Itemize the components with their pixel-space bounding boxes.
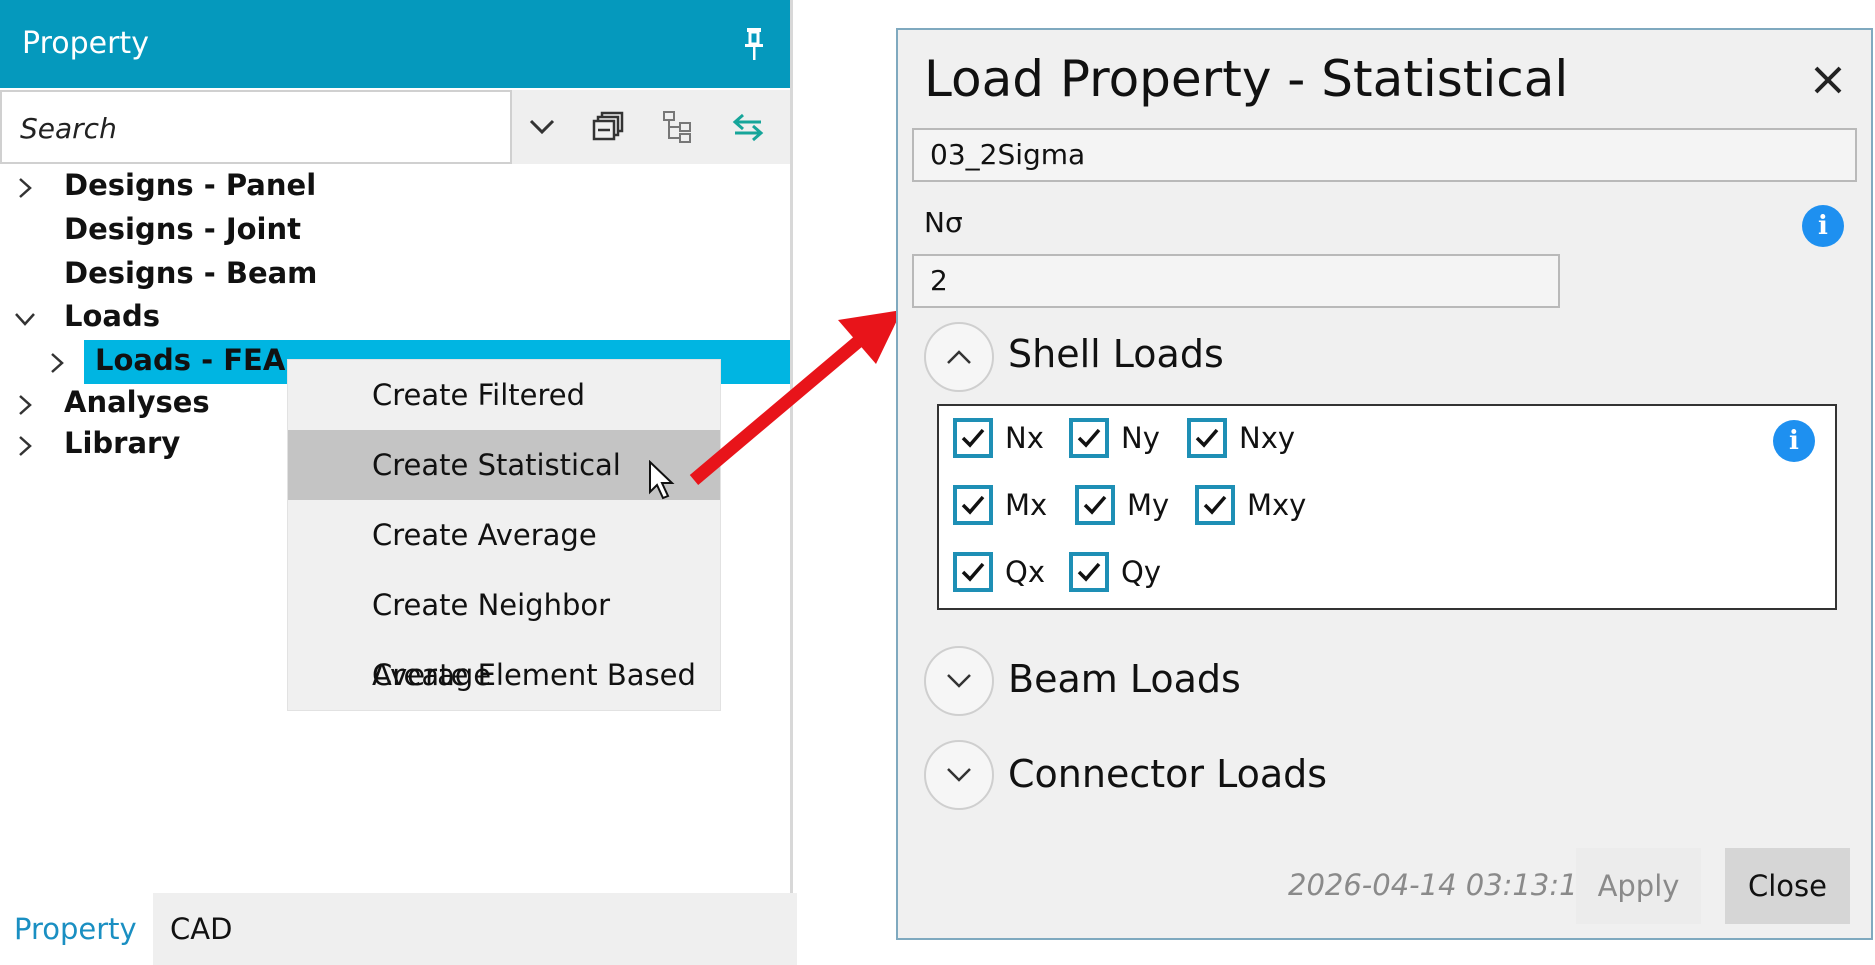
tree-item-label: Loads: [64, 299, 160, 333]
check-icon[interactable]: [1069, 418, 1109, 458]
panel-header: Property: [0, 0, 792, 88]
chevron-right-icon[interactable]: [14, 394, 36, 416]
bottom-tab-bar: Property CAD: [0, 893, 797, 965]
checkbox-ny[interactable]: Ny: [1069, 418, 1160, 458]
tab-property[interactable]: Property: [0, 893, 153, 965]
checkbox-label: Qx: [1005, 555, 1045, 589]
tree-item-label: Analyses: [64, 385, 210, 419]
checkbox-nxy[interactable]: Nxy: [1187, 418, 1295, 458]
name-field[interactable]: 03_2Sigma: [912, 128, 1857, 182]
timestamp: 2026-04-14 03:13:18: [1288, 868, 1596, 902]
chevron-down-icon[interactable]: [14, 308, 36, 330]
close-button[interactable]: Close: [1725, 848, 1850, 924]
panel-title: Property: [22, 26, 149, 61]
dialog-title: Load Property - Statistical: [924, 50, 1569, 108]
menu-item-create-average[interactable]: Create Average: [288, 500, 720, 570]
beam-loads-toggle[interactable]: [924, 646, 994, 716]
check-icon[interactable]: [953, 485, 993, 525]
mouse-cursor-icon: [649, 460, 675, 500]
chevron-down-icon[interactable]: [520, 106, 564, 148]
tree-item-label: Loads - FEA: [95, 343, 286, 377]
n-sigma-field[interactable]: 2: [912, 254, 1560, 308]
checkbox-label: Nxy: [1239, 421, 1296, 455]
search-input[interactable]: [20, 110, 490, 146]
checkbox-label: My: [1127, 488, 1170, 522]
collapse-all-icon[interactable]: [586, 106, 630, 148]
tree-item-label: Designs - Panel: [64, 168, 317, 202]
shell-loads-title: Shell Loads: [1008, 332, 1224, 376]
apply-button[interactable]: Apply: [1576, 848, 1701, 924]
check-icon[interactable]: [953, 552, 993, 592]
connector-loads-toggle[interactable]: [924, 740, 994, 810]
checkbox-label: Nx: [1005, 421, 1044, 455]
info-icon[interactable]: i: [1773, 420, 1815, 462]
checkbox-mx[interactable]: Mx: [953, 485, 1047, 525]
search-toolbar: [0, 90, 790, 164]
chevron-right-icon[interactable]: [46, 352, 68, 374]
checkbox-label: Mxy: [1247, 488, 1307, 522]
search-box[interactable]: [0, 90, 512, 164]
shell-loads-toggle[interactable]: [924, 322, 994, 392]
sync-arrows-icon[interactable]: [726, 106, 770, 148]
close-icon[interactable]: [1808, 60, 1848, 100]
tree-item-label: Library: [64, 426, 181, 460]
pin-icon[interactable]: [742, 26, 766, 62]
checkbox-my[interactable]: My: [1075, 485, 1169, 525]
beam-loads-title: Beam Loads: [1008, 657, 1241, 701]
shell-loads-panel: i Nx Ny Nxy Mx My Mxy Qx Qy: [937, 404, 1837, 610]
checkbox-label: Mx: [1005, 488, 1048, 522]
chevron-right-icon[interactable]: [14, 435, 36, 457]
checkbox-label: Qy: [1121, 555, 1161, 589]
chevron-down-icon: [947, 768, 971, 782]
checkbox-label: Ny: [1121, 421, 1160, 455]
checkbox-qy[interactable]: Qy: [1069, 552, 1161, 592]
check-icon[interactable]: [1075, 485, 1115, 525]
checkbox-mxy[interactable]: Mxy: [1195, 485, 1306, 525]
tab-cad[interactable]: CAD: [170, 893, 232, 965]
n-sigma-label: Nσ: [924, 206, 963, 239]
checkbox-qx[interactable]: Qx: [953, 552, 1045, 592]
property-panel: Property Search Designs - Panel Designs …: [0, 0, 797, 965]
connector-loads-title: Connector Loads: [1008, 752, 1328, 796]
menu-item-create-element-based[interactable]: Create Element Based: [288, 640, 720, 710]
menu-item-create-neighbor-average[interactable]: Create Neighbor Average: [288, 570, 720, 692]
chevron-down-icon: [947, 674, 971, 688]
menu-item-create-filtered[interactable]: Create Filtered: [288, 360, 720, 430]
chevron-up-icon: [947, 350, 971, 364]
check-icon[interactable]: [953, 418, 993, 458]
info-icon[interactable]: i: [1802, 205, 1844, 247]
chevron-right-icon[interactable]: [14, 177, 36, 199]
load-property-dialog: Load Property - Statistical 03_2Sigma Nσ…: [896, 28, 1873, 940]
check-icon[interactable]: [1195, 485, 1235, 525]
check-icon[interactable]: [1069, 552, 1109, 592]
check-icon[interactable]: [1187, 418, 1227, 458]
red-arrow: [689, 310, 902, 485]
context-menu: Create Filtered Create Statistical Creat…: [288, 360, 720, 710]
tree-item-label: Designs - Beam: [64, 256, 318, 290]
tree-hierarchy-icon[interactable]: [656, 106, 700, 148]
tree-item-label: Designs - Joint: [64, 212, 301, 246]
checkbox-nx[interactable]: Nx: [953, 418, 1044, 458]
